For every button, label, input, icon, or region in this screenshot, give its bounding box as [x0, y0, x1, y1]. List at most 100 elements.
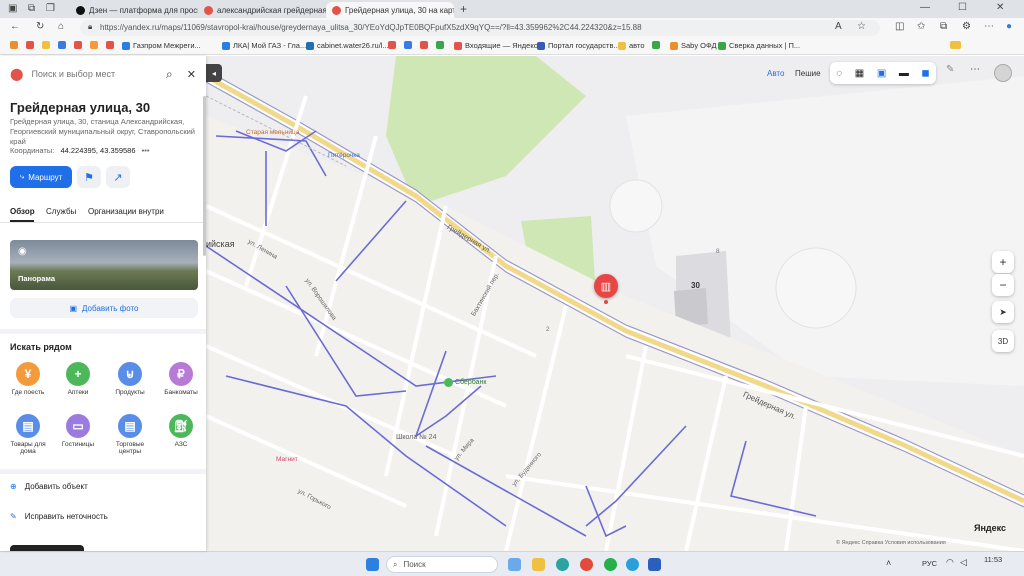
favorite-star-icon[interactable]: ☆ [857, 21, 866, 32]
add-photo-button[interactable]: ▣ Добавить фото [10, 298, 198, 318]
bookmark-icon[interactable] [388, 41, 399, 49]
file-explorer-icon[interactable] [532, 558, 545, 571]
coordinates-value[interactable]: 44.224395, 43.359586 [60, 146, 135, 155]
favorites-icon[interactable]: ✩ [917, 21, 925, 32]
bookmark-icon[interactable] [74, 41, 85, 49]
bookmark-icon[interactable] [652, 41, 663, 49]
bookmark-mail[interactable]: Входящие — Яндекс... [454, 41, 544, 50]
reload-icon[interactable]: ↻ [36, 21, 44, 32]
poi-mill[interactable]: Старая мельница [246, 129, 299, 136]
panel-scrollbar[interactable] [203, 96, 206, 256]
tab-actions-icon[interactable]: ❐ [46, 3, 55, 14]
close-window-icon[interactable]: ✕ [996, 2, 1004, 13]
more-icon[interactable]: ••• [142, 146, 150, 155]
bookmark-icon[interactable] [436, 41, 447, 49]
copilot-icon[interactable]: ● [1006, 21, 1012, 32]
window-menu-icon[interactable]: ▣ [8, 3, 17, 14]
bookmark-icon[interactable] [10, 41, 21, 49]
start-button[interactable] [366, 558, 379, 571]
route-mode-auto[interactable]: Авто [767, 69, 784, 78]
tab-services[interactable]: Службы [46, 207, 76, 216]
zoom-out-button[interactable]: − [992, 274, 1014, 296]
user-avatar[interactable] [994, 64, 1012, 82]
extensions-icon[interactable]: ⚙ [962, 21, 971, 32]
bookmark-icon[interactable] [58, 41, 69, 49]
wifi-icon[interactable]: ◠ [946, 557, 954, 568]
house-number-30[interactable]: 30 [691, 281, 700, 290]
map-canvas[interactable]: Грейдерная ул. Грейдерная ул. Школа № 24… [206, 56, 1024, 551]
bookmark-icon[interactable] [90, 41, 101, 49]
search-box[interactable]: ⬤ Поиск и выбор мест ⌕ ✕ [10, 64, 196, 84]
more-button[interactable]: ⋯ [970, 64, 980, 75]
home-icon[interactable]: ⌂ [58, 21, 64, 32]
bookmark-button[interactable]: ⚑ [77, 166, 101, 188]
3d-button[interactable]: 3D [992, 330, 1014, 352]
ruler-button[interactable]: ✎ [946, 64, 954, 75]
edge-icon[interactable] [556, 558, 569, 571]
bookmark-sverka[interactable]: Сверка данных | П... [718, 41, 800, 50]
category-hotels[interactable]: ▭ Гостиницы [55, 414, 101, 448]
whatsapp-icon[interactable] [604, 558, 617, 571]
new-tab-button[interactable]: + [460, 2, 467, 16]
tray-chevron-icon[interactable]: ˄ [886, 558, 891, 568]
category-atm[interactable]: ₽ Банкоматы [158, 362, 204, 396]
poi-magnit[interactable]: Магнит [276, 456, 298, 463]
panorama-card[interactable]: ◉ Панорама [10, 240, 198, 290]
share-button[interactable]: ↗ [106, 166, 130, 188]
language-indicator[interactable]: РУС [922, 559, 937, 568]
selected-place-pin[interactable]: ▥ [594, 274, 618, 298]
camera-layer-icon[interactable]: ▣ [877, 68, 886, 79]
route-mode-walk[interactable]: Пешие [795, 69, 821, 78]
geolocation-button[interactable]: ➤ [992, 301, 1014, 323]
collections-icon[interactable]: ⧉ [940, 21, 947, 32]
bookmark-water[interactable]: cabinet.water26.ru/l... [306, 41, 389, 50]
workspaces-icon[interactable]: ⧉ [28, 3, 35, 14]
bookmark-mygas[interactable]: ЛКА| Мой ГАЗ - Гла... [222, 41, 306, 50]
category-gas[interactable]: ⛽︎ АЗС [158, 414, 204, 448]
search-icon[interactable]: ⌕ [166, 67, 173, 82]
bookmark-icon[interactable] [26, 41, 37, 49]
split-screen-icon[interactable]: ◫ [895, 21, 904, 32]
bookmark-saby[interactable]: Saby ОФД [670, 41, 717, 50]
bookmark-icon[interactable] [404, 41, 415, 49]
bookmark-icon[interactable] [420, 41, 431, 49]
zoom-in-button[interactable]: + [992, 251, 1014, 273]
category-groceries[interactable]: ⊌ Продукты [107, 362, 153, 396]
category-home-goods[interactable]: ▤ Товары для дома [5, 414, 51, 455]
taskbar-search[interactable]: ⌕ Поиск [386, 556, 498, 573]
maximize-icon[interactable]: ☐ [958, 2, 967, 13]
bookmark-auto[interactable]: авто [618, 41, 645, 50]
tab-search[interactable]: александрийская грейдерная 30 ✕ [198, 2, 326, 18]
bookmark-icon[interactable] [106, 41, 117, 49]
tab-maps[interactable]: Грейдерная улица, 30 на карте ✕ [326, 2, 454, 18]
back-icon[interactable]: ← [10, 21, 20, 32]
clock[interactable]: 11:53 [984, 555, 1002, 564]
search-input[interactable]: Поиск и выбор мест [31, 69, 166, 79]
category-malls[interactable]: ▤ Торговые центры [107, 414, 153, 455]
bookmark-gosuslugi[interactable]: Портал государств... [537, 41, 620, 50]
read-aloud-icon[interactable]: A [835, 21, 842, 32]
tab-dzen[interactable]: Дзен — платформа для просмо ✕ [70, 2, 198, 18]
collapse-panel-button[interactable]: ◂ [206, 64, 222, 82]
bookmark-icon[interactable] [42, 41, 53, 49]
telegram-icon[interactable] [626, 558, 639, 571]
minimize-icon[interactable]: — [920, 2, 930, 13]
tab-overview[interactable]: Обзор [10, 207, 35, 216]
more-icon[interactable]: ⋯ [984, 21, 994, 32]
layers-icon[interactable]: ◌ [836, 68, 842, 79]
add-object-link[interactable]: ⊕ Добавить объект [10, 482, 88, 491]
bookmarks-folder-icon[interactable] [950, 41, 964, 49]
category-pharmacy[interactable]: + Аптеки [55, 362, 101, 396]
poi-pyaterochka[interactable]: Пятёрочка [328, 152, 360, 159]
tab-organizations[interactable]: Организации внутри [88, 207, 164, 216]
category-food[interactable]: ¥ Где поесть [5, 362, 51, 396]
poi-sberbank[interactable]: Сбербанк [444, 378, 486, 387]
word-icon[interactable] [648, 558, 661, 571]
url-field[interactable]: https://yandex.ru/maps/11069/stavropol-k… [80, 20, 880, 36]
fix-inaccuracy-link[interactable]: ✎ Исправить неточность [10, 512, 108, 521]
widgets-icon[interactable] [508, 558, 521, 571]
close-icon[interactable]: ✕ [187, 68, 196, 81]
route-button[interactable]: ⤷ Маршрут [10, 166, 72, 188]
panorama-layer-icon[interactable]: ▦ [855, 68, 864, 79]
chrome-icon[interactable] [580, 558, 593, 571]
